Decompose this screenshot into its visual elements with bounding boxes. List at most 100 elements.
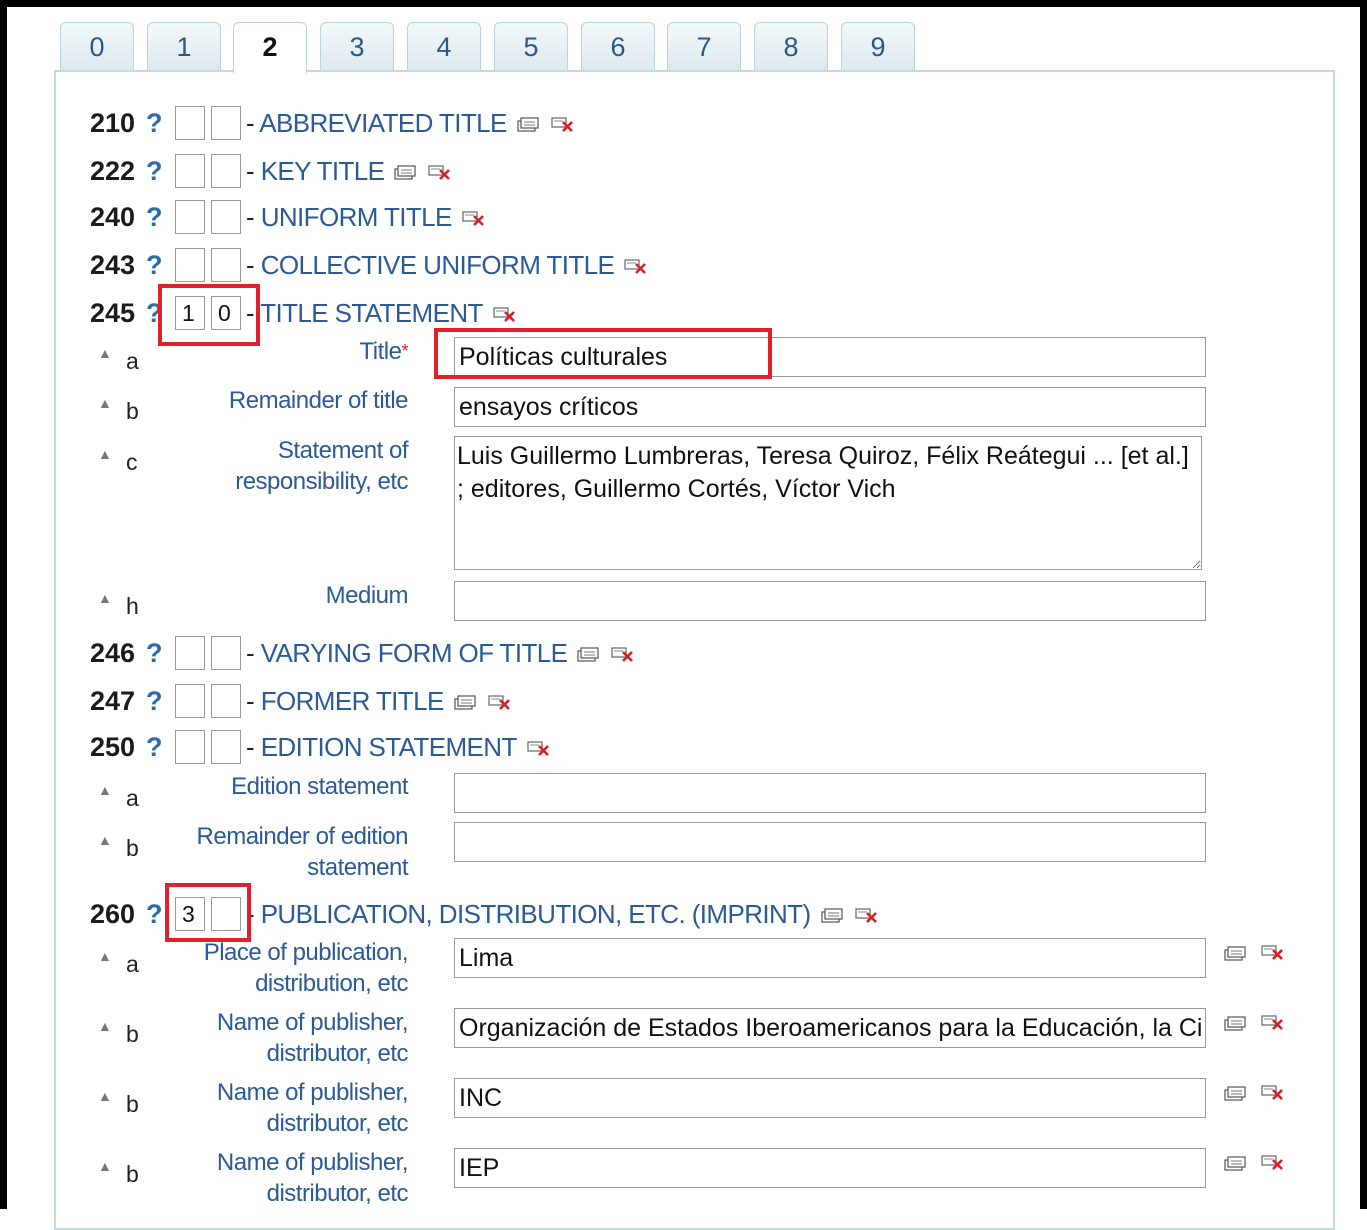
delete-subfield-icon[interactable] (1261, 1014, 1285, 1032)
field-250-tag: 250 (90, 732, 136, 762)
move-up-icon[interactable]: ▲ (98, 395, 112, 411)
delete-field-icon[interactable] (624, 258, 648, 276)
field-247-help[interactable]: ? (146, 684, 163, 718)
field-210-help[interactable]: ? (146, 106, 163, 140)
delete-field-icon[interactable] (611, 646, 635, 664)
tab-6[interactable]: 6 (581, 22, 655, 70)
delete-field-icon[interactable] (461, 210, 486, 228)
field-240-help[interactable]: ? (146, 200, 163, 234)
subfield-250b-code: b (126, 835, 139, 861)
field-245-ind1[interactable] (175, 296, 205, 330)
delete-field-icon[interactable] (492, 306, 517, 324)
field-243-label[interactable]: - COLLECTIVE UNIFORM TITLE (246, 248, 648, 282)
field-243-ind1[interactable] (175, 248, 205, 282)
field-247-ind2[interactable] (211, 684, 241, 718)
field-246-label[interactable]: - VARYING FORM OF TITLE (246, 636, 635, 670)
tab-9[interactable]: 9 (841, 22, 915, 70)
clone-field-icon[interactable] (394, 165, 418, 181)
clone-subfield-icon[interactable] (1224, 1086, 1248, 1102)
move-up-icon[interactable]: ▲ (98, 590, 112, 606)
clone-subfield-icon[interactable] (1224, 946, 1248, 962)
tab-7[interactable]: 7 (667, 22, 741, 70)
delete-subfield-icon[interactable] (1261, 1084, 1285, 1102)
subfield-260b-code: b (126, 1161, 139, 1187)
tab-3[interactable]: 3 (320, 22, 394, 70)
field-246-tag: 246 (90, 638, 136, 668)
field-240-label[interactable]: - UNIFORM TITLE (246, 200, 486, 234)
field-260-help[interactable]: ? (146, 897, 163, 931)
field-246-help[interactable]: ? (146, 636, 163, 670)
tab-4[interactable]: 4 (407, 22, 481, 70)
subfield-245c-label: Statement of responsibility, etc (235, 437, 408, 495)
title-input[interactable] (454, 337, 1206, 377)
clone-field-icon[interactable] (517, 117, 541, 133)
tab-5[interactable]: 5 (494, 22, 568, 70)
move-up-icon[interactable]: ▲ (98, 782, 112, 798)
field-247-tag: 247 (90, 686, 136, 716)
field-245-label[interactable]: - TITLE STATEMENT (246, 296, 517, 330)
delete-subfield-icon[interactable] (1261, 944, 1285, 962)
clone-subfield-icon[interactable] (1224, 1156, 1248, 1172)
field-210-ind1[interactable] (175, 106, 205, 140)
delete-field-icon[interactable] (550, 116, 575, 134)
field-222-label[interactable]: - KEY TITLE (246, 154, 452, 188)
tab-0[interactable]: 0 (60, 22, 134, 70)
move-up-icon[interactable]: ▲ (98, 446, 112, 462)
field-260-ind2[interactable] (211, 897, 241, 931)
subfield-260b-label: Name of publisher, distributor, etc (216, 1149, 409, 1207)
remainder-of-title-input[interactable] (454, 387, 1206, 427)
field-245-ind2[interactable] (211, 296, 241, 330)
subfield-245c-code: c (126, 449, 138, 475)
move-up-icon[interactable]: ▲ (98, 832, 112, 848)
field-247-label[interactable]: - FORMER TITLE (246, 684, 512, 718)
subfield-245h-code: h (126, 593, 139, 619)
field-240-ind1[interactable] (175, 200, 205, 234)
field-222-ind2[interactable] (211, 154, 241, 188)
edition-statement-input[interactable] (454, 773, 1206, 813)
delete-field-icon[interactable] (854, 907, 879, 925)
field-240-ind2[interactable] (211, 200, 241, 234)
field-246-ind2[interactable] (211, 636, 241, 670)
field-246-ind1[interactable] (175, 636, 205, 670)
move-up-icon[interactable]: ▲ (98, 948, 112, 964)
place-of-publication-input[interactable] (454, 938, 1206, 978)
field-260-ind1[interactable] (175, 897, 205, 931)
clone-field-icon[interactable] (454, 695, 478, 711)
tab-1[interactable]: 1 (147, 22, 221, 70)
field-250-label-text: EDITION STATEMENT (260, 732, 518, 762)
field-260-label[interactable]: - PUBLICATION, DISTRIBUTION, ETC. (IMPRI… (246, 897, 879, 931)
delete-field-icon[interactable] (428, 164, 452, 182)
field-210-label[interactable]: - ABBREVIATED TITLE (246, 106, 575, 140)
field-222-help[interactable]: ? (146, 154, 163, 188)
move-up-icon[interactable]: ▲ (98, 1158, 112, 1174)
field-250-ind2[interactable] (211, 730, 241, 764)
publisher-input-1[interactable] (454, 1008, 1206, 1048)
clone-subfield-icon[interactable] (1224, 1016, 1248, 1032)
field-222-ind1[interactable] (175, 154, 205, 188)
subfield-245a-code: a (126, 348, 139, 374)
field-250-label[interactable]: - EDITION STATEMENT (246, 730, 551, 764)
field-250-help[interactable]: ? (146, 730, 163, 764)
remainder-of-edition-input[interactable] (454, 822, 1206, 862)
field-250-ind1[interactable] (175, 730, 205, 764)
clone-field-icon[interactable] (820, 908, 845, 924)
move-up-icon[interactable]: ▲ (98, 345, 112, 361)
move-up-icon[interactable]: ▲ (98, 1018, 112, 1034)
medium-input[interactable] (454, 581, 1206, 621)
statement-of-responsibility-textarea[interactable]: Luis Guillermo Lumbreras, Teresa Quiroz,… (454, 436, 1202, 570)
field-210-ind2[interactable] (211, 106, 241, 140)
publisher-input-3[interactable] (454, 1148, 1206, 1188)
field-245-help[interactable]: ? (146, 296, 163, 330)
field-243-help[interactable]: ? (146, 248, 163, 282)
delete-field-icon[interactable] (487, 694, 512, 712)
clone-field-icon[interactable] (577, 647, 601, 663)
tab-2[interactable]: 2 (233, 22, 307, 73)
delete-field-icon[interactable] (526, 740, 551, 758)
field-243-ind2[interactable] (211, 248, 241, 282)
tab-8[interactable]: 8 (754, 22, 828, 70)
field-247-ind1[interactable] (175, 684, 205, 718)
field-245-label-text: TITLE STATEMENT (260, 298, 483, 328)
delete-subfield-icon[interactable] (1261, 1154, 1285, 1172)
publisher-input-2[interactable] (454, 1078, 1206, 1118)
move-up-icon[interactable]: ▲ (98, 1088, 112, 1104)
